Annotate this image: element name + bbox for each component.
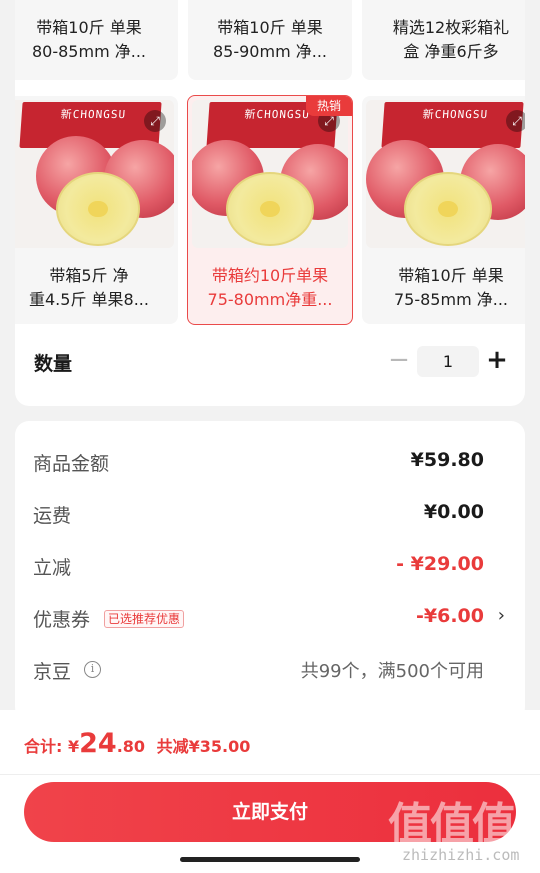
chevron-right-icon[interactable]: › xyxy=(498,605,505,626)
sku-option-2[interactable]: 带箱10斤 单果 85-90mm 净... xyxy=(188,0,352,80)
cut-apple-image xyxy=(56,172,140,246)
quantity-increase-button[interactable]: + xyxy=(485,346,509,376)
sku-option-name: 带箱10斤 单果 75-85mm 净... xyxy=(393,266,508,309)
home-indicator[interactable] xyxy=(180,857,360,862)
product-thumbnail: 新CHONGSU ⤢ xyxy=(366,100,525,248)
jingdou-row: 京豆 i 共99个，满500个可用 xyxy=(15,649,525,689)
coupon-label: 优惠券 xyxy=(33,609,91,631)
sku-option-1[interactable]: 带箱10斤 单果 80-85mm 净... xyxy=(15,0,178,80)
jingdou-note: 共99个，满500个可用 xyxy=(300,661,484,682)
sku-option-name: 带箱约10斤单果 75-80mm净重... xyxy=(207,266,333,309)
instant-discount-label: 立减 xyxy=(33,557,72,579)
coupon-row[interactable]: 优惠券 已选推荐优惠 -¥6.00 › xyxy=(15,597,525,637)
total-saved: 共减¥35.00 xyxy=(156,737,251,756)
goods-amount-row: 商品金额 ¥59.80 xyxy=(15,441,525,481)
order-total: 合计: ¥24.80 共减¥35.00 xyxy=(24,728,250,759)
product-thumbnail: 新CHONGSU ⤢ xyxy=(192,100,348,248)
product-thumbnail: 新CHONGSU ⤢ xyxy=(15,100,174,248)
jingdou-label: 京豆 xyxy=(33,661,72,683)
info-icon[interactable]: i xyxy=(84,661,101,678)
sku-option-5-selected[interactable]: 新CHONGSU ⤢ 热销 带箱约10斤单果 75-80mm净重... xyxy=(187,95,353,325)
goods-amount-label: 商品金额 xyxy=(33,453,110,475)
sku-option-4[interactable]: 新CHONGSU ⤢ 带箱5斤 净 重4.5斤 单果8... xyxy=(15,96,178,324)
cut-apple-image xyxy=(226,172,314,246)
sku-option-6[interactable]: 新CHONGSU ⤢ 带箱10斤 单果 75-85mm 净... xyxy=(362,96,525,324)
sku-option-3[interactable]: 精选12枚彩箱礼 盒 净重6斤多 xyxy=(362,0,525,80)
coupon-value: -¥6.00 xyxy=(416,605,484,627)
sku-selection-card: 带箱10斤 单果 80-85mm 净... 带箱10斤 单果 85-90mm 净… xyxy=(15,0,525,406)
quantity-input[interactable]: 1 xyxy=(417,346,479,377)
sku-option-name: 带箱10斤 单果 85-90mm 净... xyxy=(212,18,327,61)
checkout-bar: 合计: ¥24.80 共减¥35.00 立即支付 xyxy=(0,710,540,873)
total-price-integer: 24 xyxy=(79,728,117,759)
hot-sale-badge: 热销 xyxy=(306,96,352,116)
expand-icon[interactable]: ⤢ xyxy=(506,110,525,132)
pay-now-button[interactable]: 立即支付 xyxy=(24,782,516,842)
shipping-row: 运费 ¥0.00 xyxy=(15,493,525,533)
currency-symbol: ¥ xyxy=(67,737,80,756)
total-price-decimal: .80 xyxy=(116,737,146,756)
instant-discount-row: 立减 - ¥29.00 xyxy=(15,545,525,585)
quantity-label: 数量 xyxy=(34,353,73,375)
sku-option-name: 带箱10斤 单果 80-85mm 净... xyxy=(31,18,146,61)
expand-icon[interactable]: ⤢ xyxy=(144,110,166,132)
quantity-decrease-button[interactable]: − xyxy=(387,346,411,376)
instant-discount-value: - ¥29.00 xyxy=(396,553,484,575)
sku-option-name: 精选12枚彩箱礼 盒 净重6斤多 xyxy=(392,18,510,61)
goods-amount-value: ¥59.80 xyxy=(410,449,484,471)
cut-apple-image xyxy=(404,172,492,246)
coupon-recommended-tag: 已选推荐优惠 xyxy=(104,610,185,628)
divider xyxy=(0,774,540,775)
shipping-value: ¥0.00 xyxy=(423,501,484,523)
total-label: 合计: xyxy=(24,737,63,756)
sku-option-name: 带箱5斤 净 重4.5斤 单果8... xyxy=(29,266,149,309)
shipping-label: 运费 xyxy=(33,505,72,527)
price-summary-card: 商品金额 ¥59.80 运费 ¥0.00 立减 - ¥29.00 优惠券 已选推… xyxy=(15,421,525,721)
